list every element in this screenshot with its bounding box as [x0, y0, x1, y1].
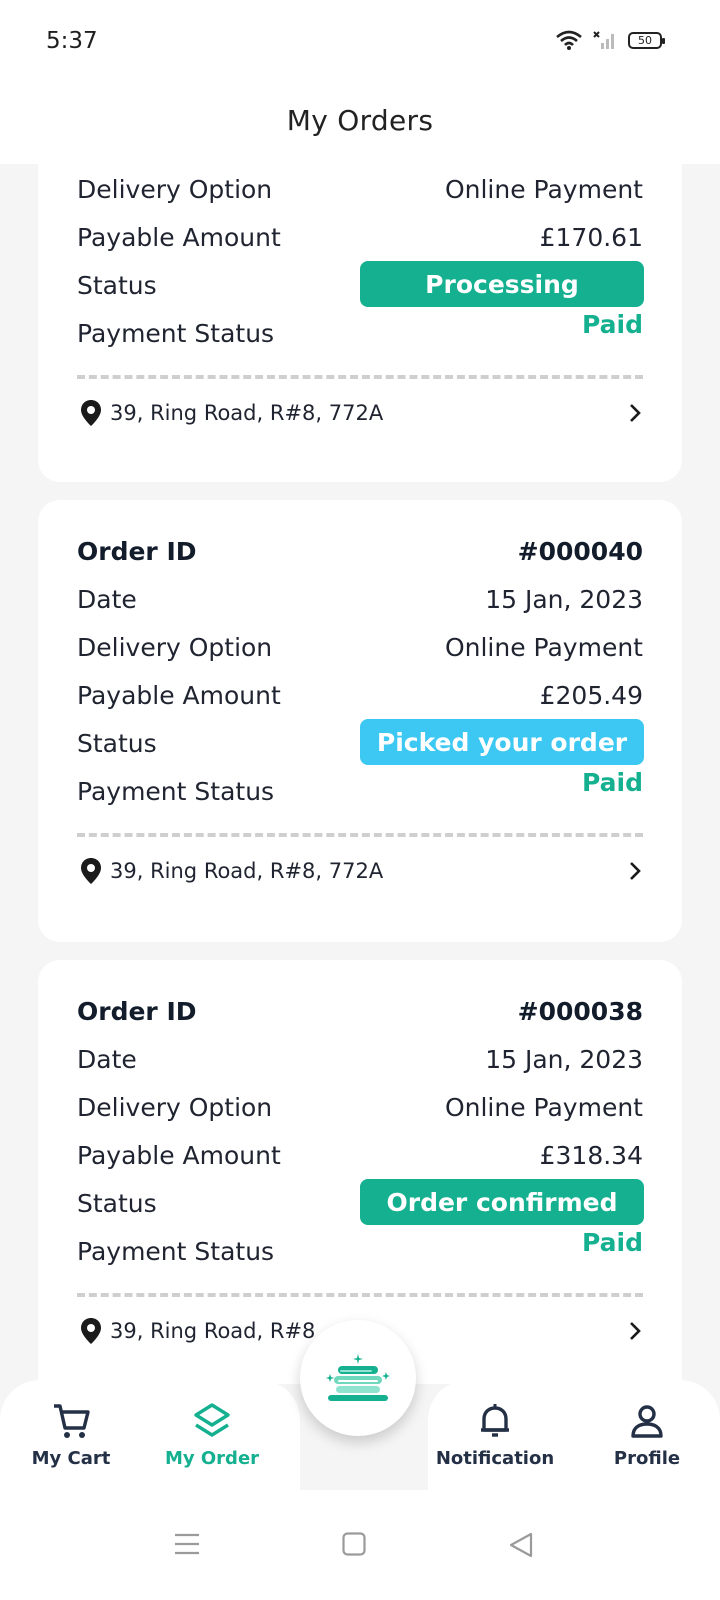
date-row: Date 15 Jan, 2023	[77, 579, 643, 619]
nav-label-my-cart: My Cart	[31, 1448, 111, 1469]
order-list[interactable]: Delivery Option Online Payment Payable A…	[0, 164, 720, 1384]
bell-icon	[481, 1404, 509, 1437]
delivery-option-value: Online Payment	[444, 174, 643, 204]
payable-amount-row: Payable Amount £205.49	[77, 675, 643, 715]
address-row[interactable]: 39, Ring Road, R#8, 772A	[80, 395, 643, 431]
order-id-label: Order ID	[77, 536, 197, 566]
payment-status-label: Payment Status	[77, 1236, 275, 1266]
divider	[77, 1293, 643, 1297]
nav-item-my-order[interactable]: My Order	[147, 1398, 277, 1469]
delivery-option-label: Delivery Option	[77, 632, 273, 662]
home-square-icon[interactable]	[342, 1532, 366, 1556]
chevron-right-icon[interactable]	[627, 402, 643, 424]
order-id-row: Order ID #000038	[77, 991, 643, 1031]
delivery-option-row: Delivery Option Online Payment	[77, 1087, 643, 1127]
payable-amount-label: Payable Amount	[77, 222, 281, 252]
divider	[77, 375, 643, 379]
status-badge: Processing	[360, 261, 644, 307]
payable-amount-row: Payable Amount £170.61	[77, 217, 643, 257]
chevron-right-icon[interactable]	[627, 860, 643, 882]
delivery-option-row: Delivery Option Online Payment	[77, 169, 643, 209]
laundry-stack-icon	[326, 1354, 390, 1401]
payment-status-label: Payment Status	[77, 776, 275, 806]
nav-label-notification: Notification	[435, 1448, 555, 1469]
nav-item-my-cart[interactable]: My Cart	[6, 1398, 136, 1469]
status-label: Status	[77, 270, 157, 300]
delivery-option-label: Delivery Option	[77, 1092, 273, 1122]
address-text: 39, Ring Road, R#8, 772A	[110, 859, 384, 883]
nav-item-notification[interactable]: Notification	[430, 1398, 560, 1469]
status-badge: Order confirmed	[360, 1179, 644, 1225]
payment-status-row: Payment Status	[77, 313, 643, 353]
menu-icon[interactable]	[174, 1532, 200, 1556]
cart-icon	[54, 1404, 90, 1438]
delivery-option-label: Delivery Option	[77, 174, 273, 204]
status-badge: Picked your order	[360, 719, 644, 765]
clock-time: 5:37	[46, 28, 98, 54]
status-label: Status	[77, 1188, 157, 1218]
payable-amount-value: £318.34	[539, 1140, 643, 1170]
payment-status-value: Paid	[582, 768, 643, 797]
payment-status-row: Payment Status	[77, 771, 643, 811]
system-navigation-bar	[0, 1490, 720, 1600]
payable-amount-label: Payable Amount	[77, 1140, 281, 1170]
payable-amount-value: £170.61	[539, 222, 643, 252]
app-header: My Orders	[0, 90, 720, 164]
page-title: My Orders	[286, 104, 434, 137]
delivery-option-value: Online Payment	[444, 632, 643, 662]
battery-icon: 50	[628, 31, 665, 49]
status-bar: 5:37 50	[0, 0, 720, 90]
payment-status-row: Payment Status	[77, 1231, 643, 1271]
signal-icon	[593, 31, 614, 49]
date-value: 15 Jan, 2023	[485, 584, 643, 614]
location-pin-icon	[81, 400, 101, 426]
order-id-value: #000038	[517, 996, 643, 1026]
location-pin-icon	[81, 1318, 101, 1344]
date-value: 15 Jan, 2023	[485, 1044, 643, 1074]
delivery-option-row: Delivery Option Online Payment	[77, 627, 643, 667]
payment-status-label: Payment Status	[77, 318, 275, 348]
layers-icon	[194, 1403, 230, 1437]
address-row[interactable]: 39, Ring Road, R#8, 772A	[80, 853, 643, 889]
wifi-icon	[556, 30, 582, 50]
date-label: Date	[77, 1044, 137, 1074]
order-card[interactable]: Order ID #000040 Date 15 Jan, 2023 Deliv…	[38, 500, 682, 942]
payment-status-value: Paid	[582, 310, 643, 339]
order-id-row: Order ID #000040	[77, 531, 643, 571]
order-id-value: #000040	[517, 536, 643, 566]
payable-amount-row: Payable Amount £318.34	[77, 1135, 643, 1175]
nav-label-my-order: My Order	[164, 1448, 260, 1469]
date-row: Date 15 Jan, 2023	[77, 1039, 643, 1079]
system-status-icons: 50	[556, 30, 665, 50]
address-text: 39, Ring Road, R#8	[110, 1319, 316, 1343]
back-triangle-icon[interactable]	[508, 1532, 534, 1558]
date-label: Date	[77, 584, 137, 614]
payment-status-value: Paid	[582, 1228, 643, 1257]
address-text: 39, Ring Road, R#8, 772A	[110, 401, 384, 425]
order-id-label: Order ID	[77, 996, 197, 1026]
delivery-option-value: Online Payment	[444, 1092, 643, 1122]
payable-amount-label: Payable Amount	[77, 680, 281, 710]
location-pin-icon	[81, 858, 101, 884]
center-fab-button[interactable]	[300, 1320, 416, 1436]
nav-label-profile: Profile	[613, 1448, 681, 1469]
divider	[77, 833, 643, 837]
chevron-right-icon[interactable]	[627, 1320, 643, 1342]
order-card[interactable]: Delivery Option Online Payment Payable A…	[38, 164, 682, 482]
nav-item-profile[interactable]: Profile	[582, 1398, 712, 1469]
payable-amount-value: £205.49	[539, 680, 643, 710]
user-icon	[631, 1405, 663, 1438]
status-label: Status	[77, 728, 157, 758]
